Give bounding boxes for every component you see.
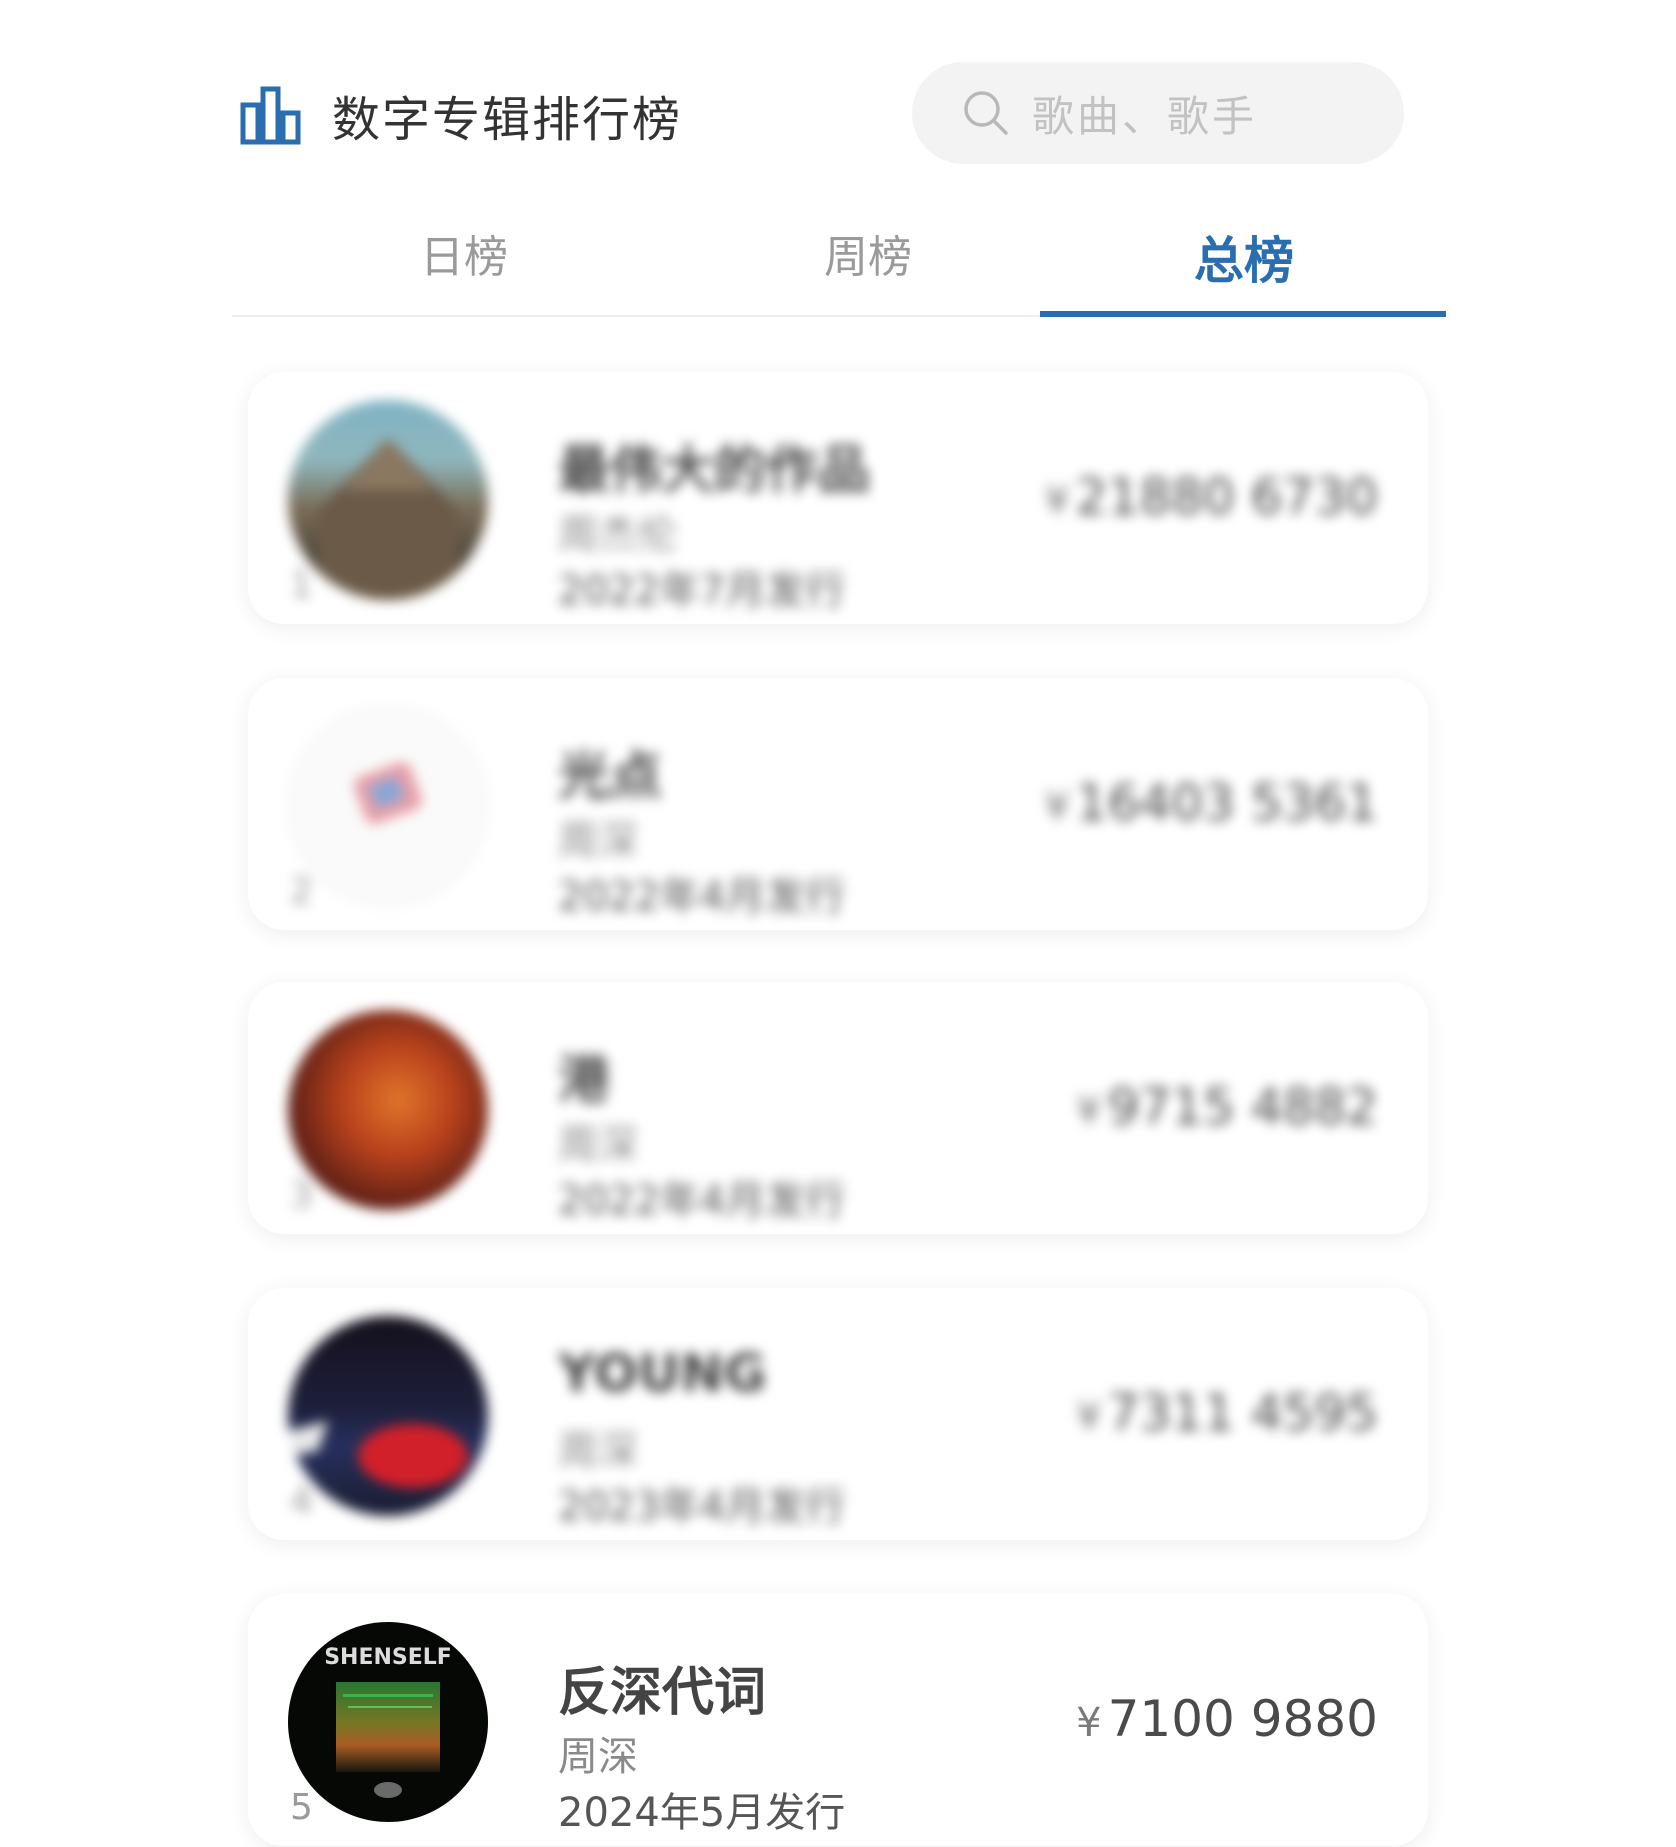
album-card[interactable]: 4 YOUNG 周深 2023年4月发行 ¥7311 4595 (248, 1288, 1428, 1540)
release-date: 2024年5月发行 (558, 1790, 846, 1836)
rank-number: 1 (290, 565, 313, 606)
album-cover: SHENSELF (288, 1622, 488, 1822)
title-wrap: 数字专辑排行榜 (240, 62, 682, 167)
cover-logo-text: SHENSELF (324, 1645, 452, 1670)
release-date: 2023年4月发行 (558, 1484, 846, 1530)
sales-amount: ¥9715 4882 (1076, 1078, 1378, 1136)
album-name: YOUNG (558, 1344, 767, 1404)
tab-weekly[interactable]: 周榜 (666, 205, 1070, 315)
artist-name: 周深 (558, 818, 638, 864)
rank-number: 3 (290, 1175, 313, 1216)
rank-number: 4 (290, 1481, 313, 1522)
search-icon (964, 91, 1008, 135)
artist-name: 周深 (558, 1428, 638, 1474)
page-title: 数字专辑排行榜 (332, 91, 683, 148)
album-name: 港 (558, 1051, 611, 1111)
bar-chart-icon (240, 86, 301, 144)
rank-number: 2 (290, 871, 313, 912)
release-date: 2022年4月发行 (558, 1178, 846, 1224)
album-cover (288, 706, 488, 906)
sales-amount: ¥7311 4595 (1076, 1384, 1378, 1442)
artist-name: 周深 (558, 1122, 638, 1168)
album-name: 反深代词 (558, 1663, 767, 1723)
sales-amount: ¥16403 5361 (1044, 774, 1378, 832)
tab-daily[interactable]: 日榜 (262, 205, 666, 315)
sales-amount: ¥21880 6730 (1044, 468, 1378, 526)
artist-name: 周深 (558, 1734, 638, 1780)
sales-amount: ¥7100 9880 (1076, 1690, 1378, 1748)
album-card[interactable]: 1 最伟大的作品 周杰伦 2022年7月发行 ¥21880 6730 (248, 372, 1428, 624)
album-card[interactable]: 3 港 周深 2022年4月发行 ¥9715 4882 (248, 982, 1428, 1234)
album-name: 光点 (558, 747, 663, 807)
album-card[interactable]: 2 光点 周深 2022年4月发行 ¥16403 5361 (248, 678, 1428, 930)
active-tab-indicator (1040, 311, 1446, 317)
release-date: 2022年4月发行 (558, 874, 846, 920)
search-placeholder: 歌曲、歌手 (1032, 91, 1258, 141)
album-name: 最伟大的作品 (558, 441, 871, 501)
tab-bar: 日榜 周榜 总榜 (232, 205, 1446, 317)
tab-overall[interactable]: 总榜 (1042, 205, 1446, 315)
release-date: 2022年7月发行 (558, 568, 846, 614)
header: 数字专辑排行榜 歌曲、歌手 (240, 62, 1404, 167)
album-card[interactable]: SHENSELF 5 反深代词 周深 2024年5月发行 ¥7100 9880 (248, 1594, 1428, 1846)
artist-name: 周杰伦 (558, 512, 678, 558)
search-box[interactable]: 歌曲、歌手 (912, 62, 1404, 164)
album-cover (288, 1010, 488, 1210)
rank-number: 5 (290, 1787, 313, 1828)
album-cover (288, 400, 488, 600)
album-cover (288, 1316, 488, 1516)
